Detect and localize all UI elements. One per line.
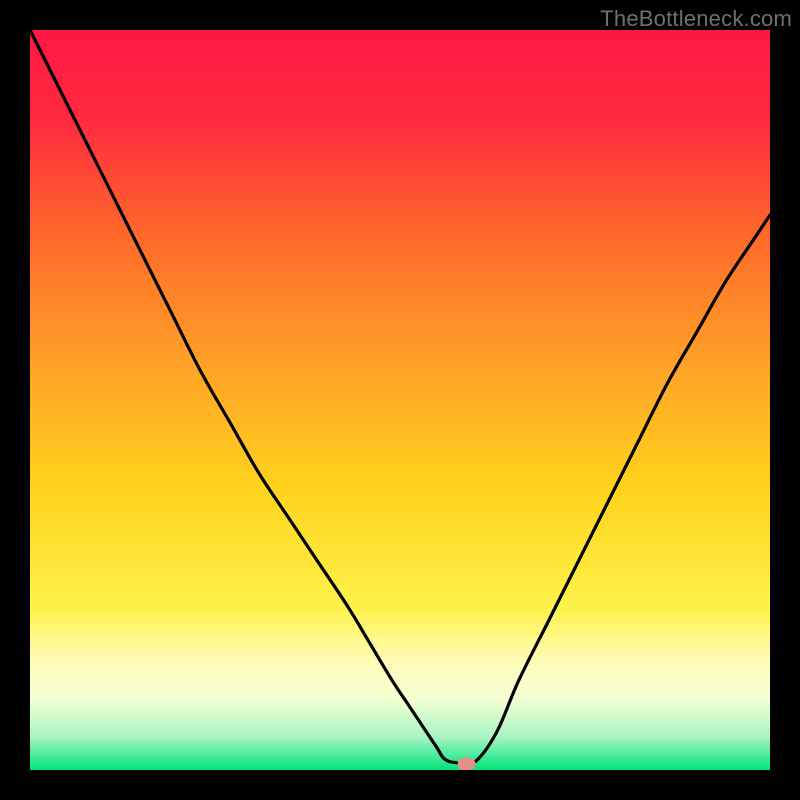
chart-frame: TheBottleneck.com xyxy=(0,0,800,800)
plot-area xyxy=(30,30,770,770)
chart-svg xyxy=(30,30,770,770)
watermark-text: TheBottleneck.com xyxy=(600,6,792,32)
